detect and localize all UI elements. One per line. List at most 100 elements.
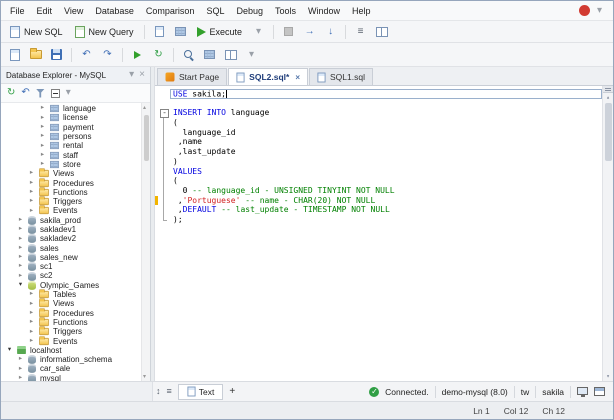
query-builder-button[interactable] (372, 23, 391, 41)
chevron-down-icon[interactable] (597, 6, 602, 16)
scrollbar-thumb[interactable] (144, 115, 149, 161)
monitor-icon[interactable] (577, 387, 588, 395)
explorer-scrollbar[interactable] (141, 103, 150, 381)
new-sql-button[interactable]: New SQL (5, 24, 68, 40)
explorer-options-icon[interactable] (66, 88, 71, 98)
tab-sql1-sql[interactable]: SQL1.sql (309, 68, 373, 85)
tree-item-triggers[interactable]: Triggers (1, 327, 150, 336)
tree-item-triggers[interactable]: Triggers (1, 197, 150, 206)
fold-collapse-icon[interactable] (158, 108, 170, 118)
code-line-7[interactable]: ,last_update (155, 147, 602, 157)
code-line-8[interactable]: ) (155, 157, 602, 167)
collapse-icon[interactable] (17, 282, 24, 289)
refresh-connection-icon[interactable] (7, 88, 15, 98)
tab-sql2-sql-[interactable]: SQL2.sql* (228, 68, 308, 85)
tree-item-sakladev1[interactable]: sakladev1 (1, 225, 150, 234)
code-line-9[interactable]: VALUES (155, 167, 602, 177)
menu-file[interactable]: File (4, 4, 31, 18)
filter-icon[interactable] (36, 89, 45, 98)
expand-icon[interactable] (28, 180, 35, 187)
user-name-label[interactable]: tw (521, 387, 530, 397)
tree-item-store[interactable]: store (1, 160, 150, 169)
expand-icon[interactable] (28, 338, 35, 345)
code-line-11[interactable]: 0 -- language_id - UNSIGNED TINYINT NOT … (155, 186, 602, 196)
tree-item-tables[interactable]: Tables (1, 290, 150, 299)
redo-button[interactable] (98, 46, 117, 64)
menu-view[interactable]: View (58, 4, 89, 18)
add-view-button[interactable]: + (223, 386, 241, 397)
execute-button[interactable]: Execute (192, 25, 248, 39)
menu-help[interactable]: Help (346, 4, 377, 18)
database-name-label[interactable]: sakila (542, 387, 564, 397)
tree-item-events[interactable]: Events (1, 206, 150, 215)
tree-item-events[interactable]: Events (1, 336, 150, 345)
tree-item-payment[interactable]: payment (1, 123, 150, 132)
new-document-button[interactable] (5, 46, 24, 64)
code-line-3[interactable]: INSERT INTO language (155, 108, 602, 118)
expand-icon[interactable] (17, 217, 24, 224)
code-line-10[interactable]: ( (155, 176, 602, 186)
expand-icon[interactable] (28, 319, 35, 326)
tree-item-car_sale[interactable]: car_sale (1, 364, 150, 373)
tree-item-sc1[interactable]: sc1 (1, 262, 150, 271)
document-outline-icon[interactable] (167, 387, 172, 396)
collapse-icon[interactable] (6, 347, 13, 354)
code-line-12[interactable]: ,'Portuguese' -- name - CHAR(20) NOT NUL… (155, 196, 602, 206)
sync-icon[interactable] (21, 88, 29, 98)
expand-icon[interactable] (17, 273, 24, 280)
expand-icon[interactable] (28, 198, 35, 205)
code-line-4[interactable]: ( (155, 118, 602, 128)
expand-icon[interactable] (28, 189, 35, 196)
new-query-button[interactable]: New Query (70, 24, 139, 40)
expand-icon[interactable] (28, 208, 35, 215)
stop-button[interactable] (279, 23, 298, 41)
menu-comparison[interactable]: Comparison (140, 4, 201, 18)
code-line-14[interactable]: ); (155, 215, 602, 225)
tree-item-sakladev2[interactable]: sakladev2 (1, 234, 150, 243)
tree-item-procedures[interactable]: Procedures (1, 309, 150, 318)
tree-item-functions[interactable]: Functions (1, 188, 150, 197)
scroll-up-icon[interactable] (143, 104, 146, 111)
scroll-down-icon[interactable] (606, 372, 610, 381)
code-line-5[interactable]: language_id (155, 128, 602, 138)
expand-icon[interactable] (39, 133, 46, 140)
results-grid-button[interactable] (171, 23, 190, 41)
format-sql-button[interactable] (351, 23, 370, 41)
close-panel-icon[interactable] (139, 70, 145, 80)
expand-icon[interactable] (39, 161, 46, 168)
tree-item-views[interactable]: Views (1, 299, 150, 308)
expand-icon[interactable] (39, 152, 46, 159)
code-line-2[interactable] (155, 99, 602, 109)
undo-button[interactable] (77, 46, 96, 64)
menu-debug[interactable]: Debug (230, 4, 269, 18)
tree-item-procedures[interactable]: Procedures (1, 178, 150, 187)
menu-tools[interactable]: Tools (269, 4, 302, 18)
tree-item-olympic_games[interactable]: Olympic_Games (1, 281, 150, 290)
expand-icon[interactable] (28, 310, 35, 317)
save-button[interactable] (47, 46, 66, 64)
layout-button[interactable] (221, 46, 240, 64)
expand-icon[interactable] (39, 115, 46, 122)
step-over-button[interactable] (300, 23, 319, 41)
tree-item-views[interactable]: Views (1, 169, 150, 178)
tree-item-staff[interactable]: staff (1, 150, 150, 159)
close-tab-icon[interactable] (295, 73, 300, 82)
notification-icon[interactable] (579, 5, 590, 16)
panel-menu-icon[interactable] (129, 70, 134, 80)
expand-icon[interactable] (17, 366, 24, 373)
expand-icon[interactable] (28, 291, 35, 298)
expand-icon[interactable] (17, 236, 24, 243)
menu-sql[interactable]: SQL (200, 4, 230, 18)
menu-window[interactable]: Window (302, 4, 346, 18)
text-view-tab[interactable]: Text (178, 384, 224, 400)
expand-icon[interactable] (39, 124, 46, 131)
step-into-button[interactable] (321, 23, 340, 41)
collapse-all-icon[interactable] (51, 89, 60, 98)
expand-icon[interactable] (28, 301, 35, 308)
search-button[interactable] (179, 46, 198, 64)
tree-item-localhost[interactable]: localhost (1, 346, 150, 355)
expand-icon[interactable] (17, 356, 24, 363)
tree-item-information_schema[interactable]: information_schema (1, 355, 150, 364)
tree-item-mysql[interactable]: mysql (1, 374, 150, 381)
sql-document-button[interactable] (150, 23, 169, 41)
